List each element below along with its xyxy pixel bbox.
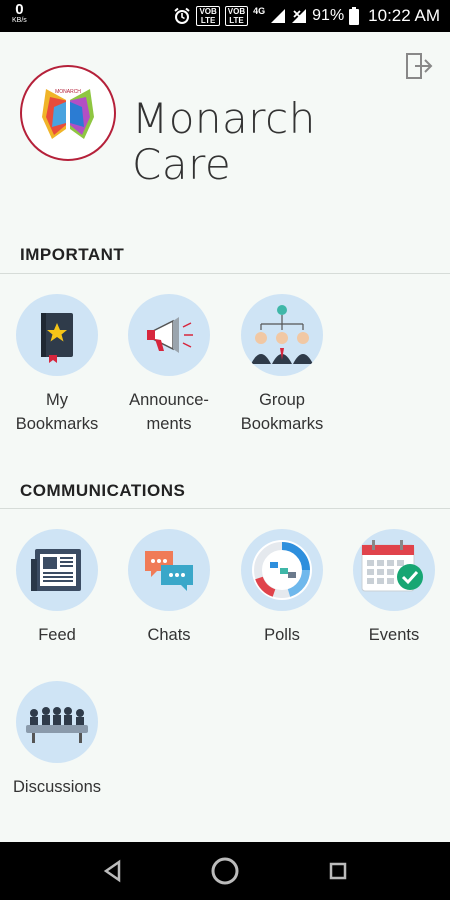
app-title: Monarch Care [132,96,316,188]
sim1-label: VOB [199,7,217,16]
tile-discussions[interactable]: Discussions [1,681,113,799]
butterfly-logo-icon: MONARCH [42,89,94,139]
network-type: 4G [253,6,266,16]
sim1-sub-label: LTE [200,16,216,25]
chat-bubbles-icon [128,529,210,611]
megaphone-icon [128,294,210,376]
network-speed-unit: KB/s [12,17,27,24]
network-speed-value: 0 [15,1,24,18]
tile-label: My Bookmarks [15,391,99,433]
tile-chats[interactable]: Chats [113,529,225,647]
battery-icon [349,7,360,25]
sim2-badge: VOB LTE [224,6,249,26]
tile-label: Chats [147,626,191,644]
tile-my-bookmarks[interactable]: My Bookmarks [1,294,113,436]
tile-label: Feed [38,626,76,644]
logo-text: MONARCH [55,89,81,95]
group-people-icon [241,294,323,376]
tile-label: Discussions [12,778,102,796]
tile-polls[interactable]: Polls [226,529,338,647]
bookmark-book-icon [16,294,98,376]
back-icon[interactable] [97,855,129,887]
battery-percent: 91% [312,7,345,24]
recents-icon[interactable] [322,855,354,887]
section-divider [0,273,450,274]
tile-group-bookmarks[interactable]: Group Bookmarks [226,294,338,436]
section-title-communications: COMMUNICATIONS [20,481,186,500]
status-bar: 0 KB/s VOB LTE VOB LTE 4G 91% 10:22 AM [0,0,450,32]
sim2-sub-label: LTE [229,16,244,25]
network-speed: 0 KB/s [12,2,27,24]
home-icon[interactable] [209,855,241,887]
logout-icon[interactable] [404,50,436,82]
sim2-label: VOB [227,7,246,16]
app-title-line1: Monarch [132,94,316,143]
section-title-important: IMPORTANT [20,245,125,264]
tile-events[interactable]: Events [338,529,450,647]
tile-label: Announce- ments [129,391,209,433]
app-title-line2: Care [132,140,232,189]
calendar-check-icon [353,529,435,611]
tile-label: Group Bookmarks [240,391,324,433]
poll-donut-icon [241,529,323,611]
alarm-icon [174,7,191,24]
newspaper-icon [16,529,98,611]
signal-off-icon [292,9,307,23]
tile-feed[interactable]: Feed [1,529,113,647]
sim1-badge: VOB LTE [196,6,220,26]
system-nav-bar [0,842,450,900]
clock: 10:22 AM [368,6,440,25]
signal-icon [271,9,286,23]
section-divider [0,508,450,509]
meeting-table-icon [16,681,98,763]
tile-announcements[interactable]: Announce- ments [113,294,225,436]
app-logo: MONARCH [20,65,116,161]
tile-label: Events [368,626,420,644]
tile-label: Polls [264,626,300,644]
